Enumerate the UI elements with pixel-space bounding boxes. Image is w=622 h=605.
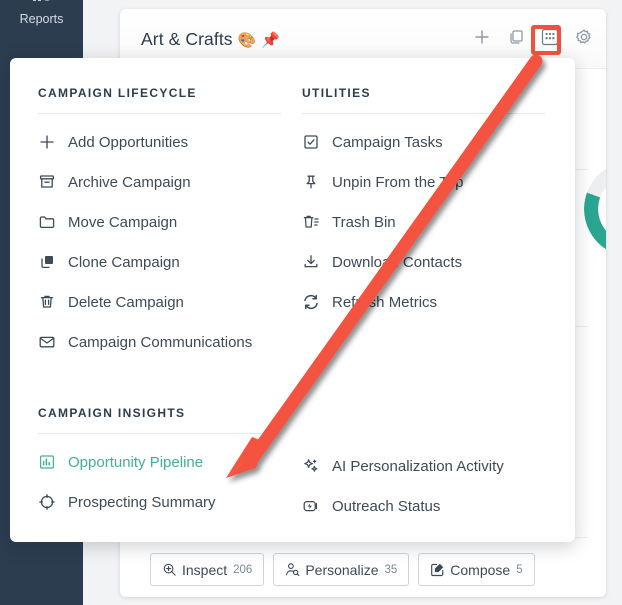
pin-emoji-icon: 📌 <box>261 32 281 49</box>
card-title-text: Art & Crafts <box>141 29 233 49</box>
trash-list-icon <box>302 213 320 231</box>
menu-item-label: Refresh Metrics <box>332 293 438 311</box>
screen: $ Reports Art & Crafts🎨📌 <box>0 0 622 605</box>
menu-section-divider <box>38 113 281 114</box>
sidebar-item-reports[interactable]: $ Reports <box>0 0 83 27</box>
menu-section-title: CAMPAIGN LIFECYCLE <box>38 86 197 100</box>
crosshair-icon <box>38 493 56 511</box>
checkbox-icon <box>302 133 320 151</box>
menu-item-label: Prospecting Summary <box>68 493 216 511</box>
sidebar-item-label: Reports <box>19 12 64 26</box>
menu-item-refresh-metrics[interactable]: Refresh Metrics <box>302 282 545 322</box>
menu-item-unpin-from-the-top[interactable]: Unpin From the Top <box>302 162 545 202</box>
personalize-button-label: Personalize <box>305 561 379 578</box>
compose-button-count: 5 <box>516 563 523 576</box>
menu-item-trash-bin[interactable]: Trash Bin <box>302 202 545 242</box>
menu-item-label: Campaign Communications <box>68 333 253 351</box>
trash-icon <box>38 293 56 311</box>
menu-item-label: Download Contacts <box>332 253 463 271</box>
card-action-buttons: Inspect 206 Personalize 35 Compose 5 <box>150 553 535 586</box>
menu-item-label: Add Opportunities <box>68 133 189 151</box>
menu-item-label: Clone Campaign <box>68 253 180 271</box>
palette-emoji-icon: 🎨 <box>237 32 257 49</box>
menu-section-utilities: UTILITIES Campaign Tasks Unpin From the … <box>302 86 545 322</box>
menu-section-items: AI Personalization Activity Outreach Sta… <box>302 446 545 526</box>
plus-icon[interactable] <box>472 27 492 47</box>
folder-icon <box>38 213 56 231</box>
compose-button[interactable]: Compose 5 <box>418 553 535 586</box>
personalize-button[interactable]: Personalize 35 <box>273 553 410 586</box>
user-search-icon <box>285 562 300 577</box>
flash-badge-icon <box>302 497 320 515</box>
menu-item-prospecting-summary[interactable]: Prospecting Summary <box>38 482 281 522</box>
menu-section-campaign-lifecycle: CAMPAIGN LIFECYCLE Add Opportunities Arc… <box>38 86 281 362</box>
menu-section-campaign-insights: CAMPAIGN INSIGHTS Opportunity Pipeline P… <box>38 406 281 522</box>
bar-chart-icon <box>38 453 56 471</box>
download-icon <box>302 253 320 271</box>
menu-section-divider <box>302 113 545 114</box>
clone-icon <box>38 253 56 271</box>
menu-item-label: AI Personalization Activity <box>332 457 504 475</box>
menu-item-label: Campaign Tasks <box>332 133 443 151</box>
menu-section-title: UTILITIES <box>302 86 371 100</box>
pin-icon <box>302 173 320 191</box>
menu-item-label: Opportunity Pipeline <box>68 453 204 471</box>
page-title: Art & Crafts 🎨 📌 <box>141 29 280 50</box>
refresh-icon <box>302 293 320 311</box>
menu-item-label: Archive Campaign <box>68 173 191 191</box>
inspect-button[interactable]: Inspect 206 <box>150 553 265 586</box>
menu-section-divider <box>38 433 281 434</box>
menu-item-download-contacts[interactable]: Download Contacts <box>302 242 545 282</box>
actions-dropdown-menu: CAMPAIGN LIFECYCLE Add Opportunities Arc… <box>10 58 575 542</box>
menu-item-move-campaign[interactable]: Move Campaign <box>38 202 281 242</box>
menu-section-items: Opportunity Pipeline Prospecting Summary <box>38 442 281 522</box>
archive-icon <box>38 173 56 191</box>
gear-icon[interactable] <box>574 27 594 47</box>
menu-item-clone-campaign[interactable]: Clone Campaign <box>38 242 281 282</box>
menu-item-delete-campaign[interactable]: Delete Campaign <box>38 282 281 322</box>
menu-section-campaign-insights-right: AI Personalization Activity Outreach Sta… <box>302 446 545 526</box>
compose-button-label: Compose <box>450 561 511 578</box>
plus-icon <box>38 133 56 151</box>
menu-item-label: Outreach Status <box>332 497 441 515</box>
personalize-button-count: 35 <box>384 563 398 576</box>
menu-item-campaign-communications[interactable]: Campaign Communications <box>38 322 281 362</box>
inspect-button-label: Inspect <box>182 561 228 578</box>
menu-item-campaign-tasks[interactable]: Campaign Tasks <box>302 122 545 162</box>
menu-item-label: Unpin From the Top <box>332 173 464 191</box>
menu-section-items: Add Opportunities Archive Campaign Move … <box>38 122 281 362</box>
inspect-button-count: 206 <box>233 563 253 576</box>
menu-section-title: CAMPAIGN INSIGHTS <box>38 406 186 420</box>
envelope-icon <box>38 333 56 351</box>
menu-item-ai-personalization-activity[interactable]: AI Personalization Activity <box>302 446 545 486</box>
menu-item-label: Delete Campaign <box>68 293 184 311</box>
menu-item-label: Move Campaign <box>68 213 178 231</box>
grid-dots-icon[interactable] <box>540 27 560 47</box>
magnifier-plus-icon <box>162 562 177 577</box>
pencil-square-icon <box>430 562 445 577</box>
menu-item-outreach-status[interactable]: Outreach Status <box>302 486 545 526</box>
completion-gauge-label: % <box>584 161 606 257</box>
menu-section-items: Campaign Tasks Unpin From the Top Trash … <box>302 122 545 322</box>
card-header-actions <box>472 27 594 47</box>
menu-item-opportunity-pipeline[interactable]: Opportunity Pipeline <box>38 442 281 482</box>
menu-item-label: Trash Bin <box>332 213 396 231</box>
copy-icon[interactable] <box>506 27 526 47</box>
chart-dollar-icon: $ <box>0 0 83 10</box>
menu-item-add-opportunities[interactable]: Add Opportunities <box>38 122 281 162</box>
menu-item-archive-campaign[interactable]: Archive Campaign <box>38 162 281 202</box>
sparkles-icon <box>302 457 320 475</box>
